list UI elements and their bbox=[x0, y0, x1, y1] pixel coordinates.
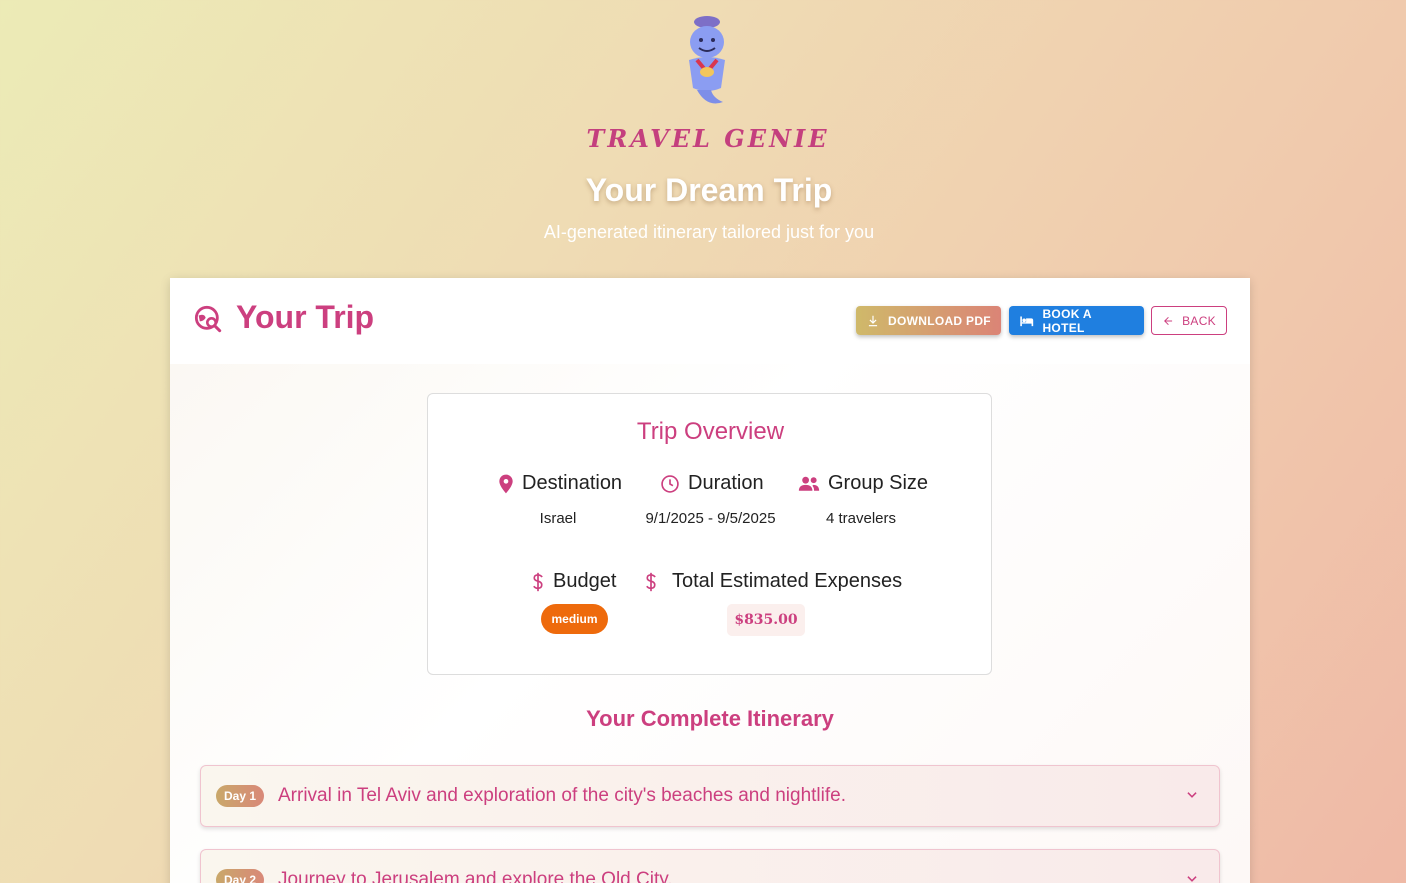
download-pdf-label: DOWNLOAD PDF bbox=[888, 313, 991, 328]
duration-stat: Duration bbox=[660, 472, 764, 495]
destination-value: Israel bbox=[539, 510, 577, 527]
trip-card: Your Trip DOWNLOAD PDF BOOK A HOTEL BACK bbox=[170, 278, 1250, 883]
budget-badge: medium bbox=[541, 604, 608, 634]
dollar-icon bbox=[646, 572, 656, 591]
destination-label: Destination bbox=[522, 472, 623, 494]
download-pdf-button[interactable]: DOWNLOAD PDF bbox=[856, 306, 1001, 335]
day-badge: Day 2 bbox=[216, 869, 264, 883]
people-icon bbox=[798, 476, 820, 491]
duration-value: 9/1/2025 - 9/5/2025 bbox=[645, 510, 776, 527]
page-title: Your Trip bbox=[236, 299, 375, 335]
budget-stat: Budget bbox=[531, 570, 616, 593]
book-hotel-label: BOOK A HOTEL bbox=[1042, 306, 1092, 335]
book-hotel-button[interactable]: BOOK A HOTEL bbox=[1009, 306, 1144, 335]
chevron-down-icon[interactable] bbox=[1185, 788, 1199, 802]
duration-label: Duration bbox=[688, 472, 764, 494]
day-summary: Journey to Jerusalem and explore the Old… bbox=[278, 869, 673, 883]
budget-label: Budget bbox=[553, 570, 617, 592]
group-size-stat: Group Size bbox=[798, 472, 928, 495]
trip-overview-panel: Trip Overview Destination Israel Duratio… bbox=[427, 393, 992, 675]
group-size-value: 4 travelers bbox=[825, 510, 897, 527]
back-label: BACK bbox=[1182, 313, 1216, 328]
itinerary-day-1[interactable]: Day 1 Arrival in Tel Aviv and exploratio… bbox=[200, 765, 1220, 827]
itinerary-title: Your Complete Itinerary bbox=[586, 706, 834, 731]
destination-stat: Destination bbox=[498, 472, 622, 495]
day-badge: Day 1 bbox=[216, 785, 264, 807]
overview-title: Trip Overview bbox=[636, 418, 785, 445]
expenses-stat: Total Estimated Expenses bbox=[644, 570, 902, 593]
itinerary-day-2[interactable]: Day 2 Journey to Jerusalem and explore t… bbox=[200, 849, 1220, 883]
hero-title: Your Dream Trip bbox=[585, 172, 833, 208]
download-icon bbox=[868, 315, 878, 326]
hero: TRAVEL GENIE Your Dream Trip AI-generate… bbox=[0, 0, 1406, 278]
group-size-label: Group Size bbox=[828, 472, 929, 494]
card-header: Your Trip DOWNLOAD PDF BOOK A HOTEL BACK bbox=[170, 278, 1250, 364]
genie-logo-icon bbox=[689, 16, 725, 104]
travel-explore-icon bbox=[194, 305, 222, 333]
dollar-icon bbox=[533, 572, 543, 591]
location-pin-icon bbox=[499, 474, 513, 493]
expenses-label: Total Estimated Expenses bbox=[672, 570, 903, 592]
hotel-bed-icon bbox=[1020, 315, 1034, 326]
hero-subtitle: AI-generated itinerary tailored just for… bbox=[543, 222, 875, 242]
arrow-back-icon bbox=[1164, 316, 1173, 325]
day-summary: Arrival in Tel Aviv and exploration of t… bbox=[278, 785, 846, 806]
logo-text: TRAVEL GENIE bbox=[586, 124, 830, 153]
expenses-badge: $835.00 bbox=[727, 604, 805, 636]
clock-icon bbox=[661, 474, 679, 493]
back-button[interactable]: BACK bbox=[1151, 306, 1227, 335]
chevron-down-icon[interactable] bbox=[1185, 872, 1199, 883]
